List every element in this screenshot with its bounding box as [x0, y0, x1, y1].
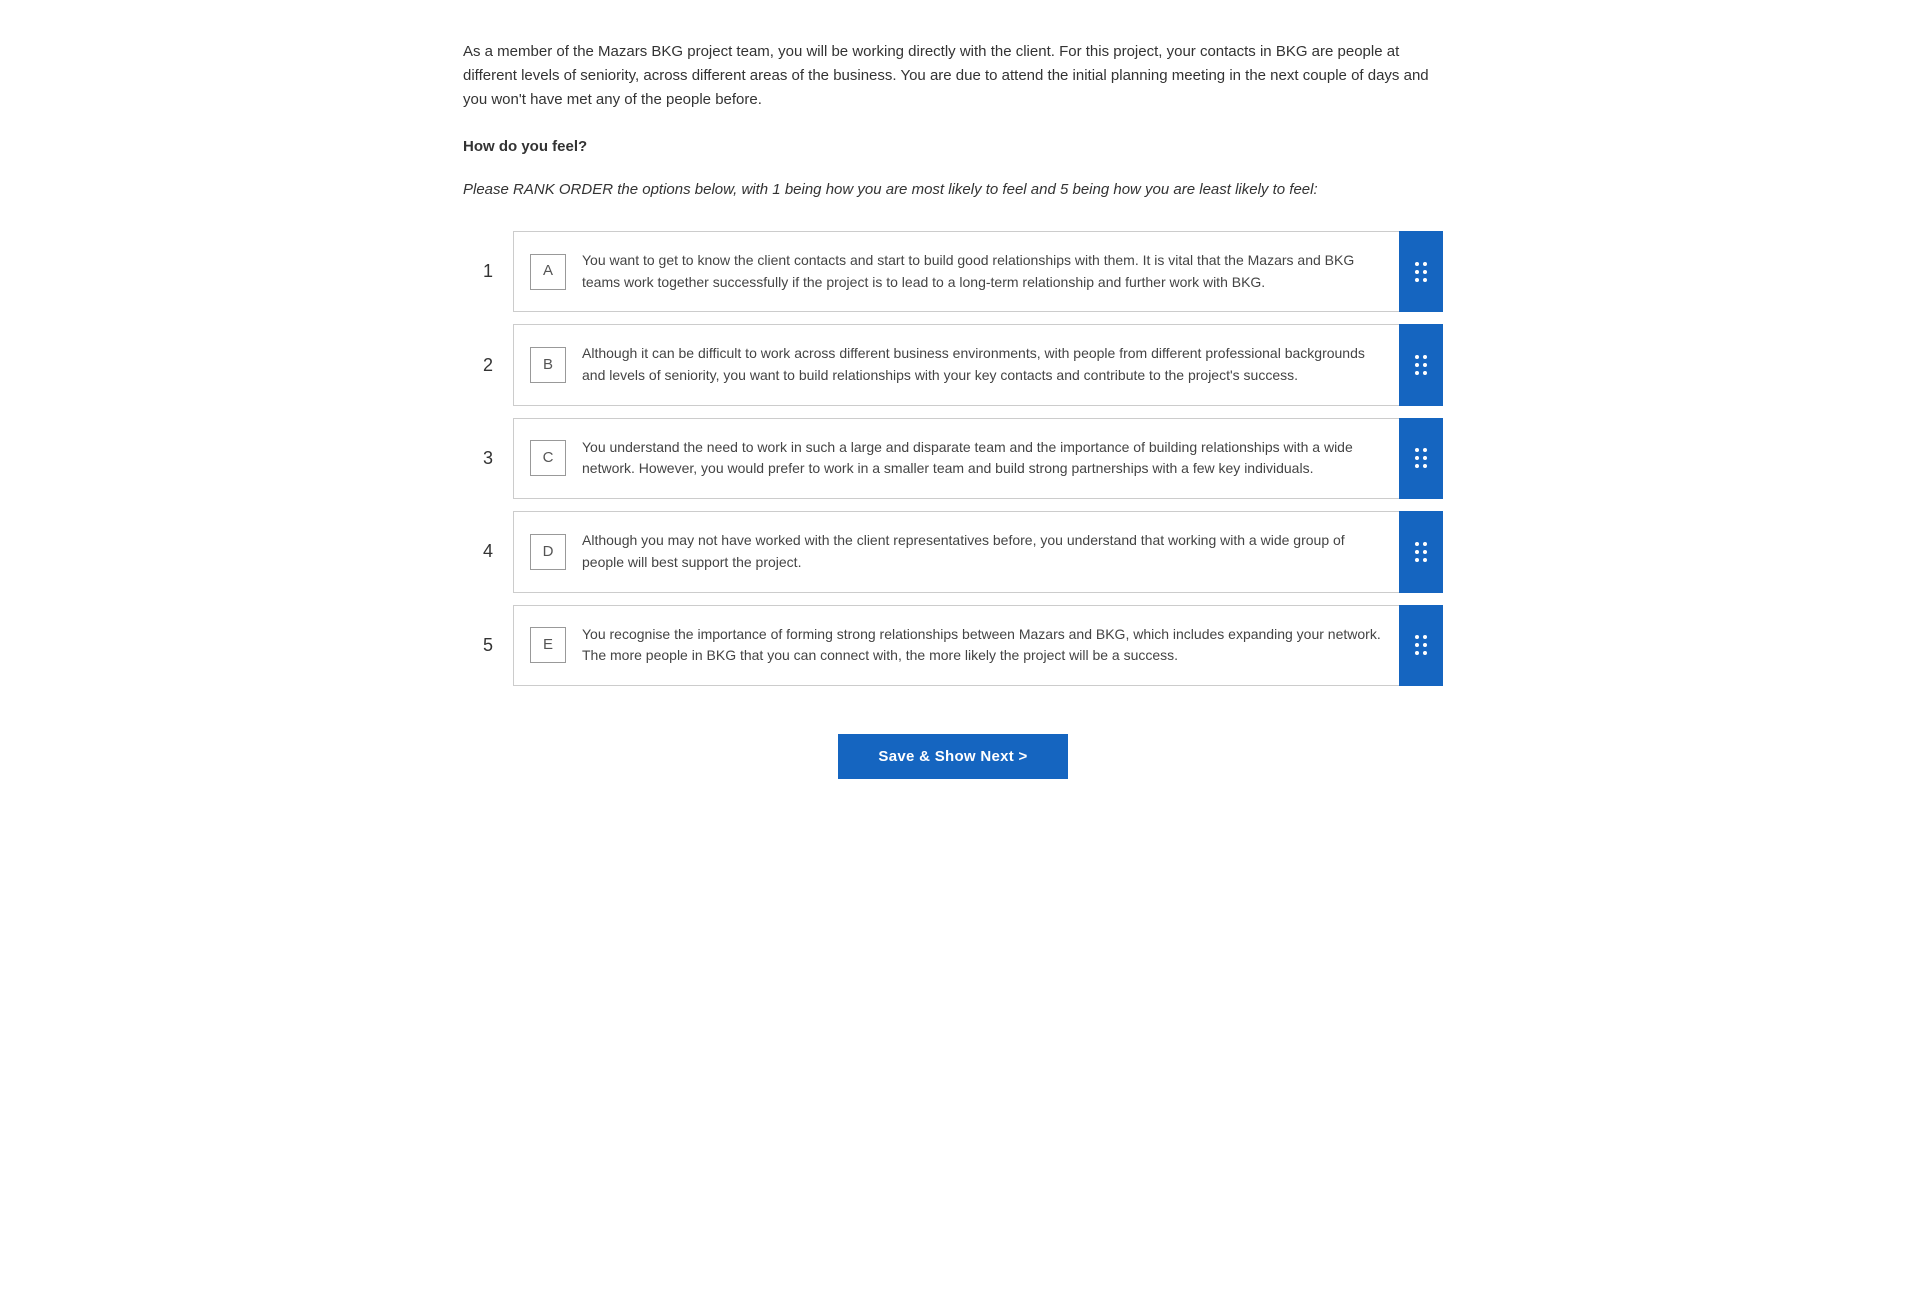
drag-handle[interactable]: [1399, 324, 1443, 405]
rank-item: 1 A You want to get to know the client c…: [463, 231, 1443, 312]
rank-letter-box: C: [530, 440, 566, 476]
drag-dots-icon: [1415, 262, 1427, 282]
instruction-text: Please RANK ORDER the options below, wit…: [463, 179, 1443, 202]
drag-dots-icon: [1415, 448, 1427, 468]
rank-number: 4: [463, 511, 513, 592]
button-row: Save & Show Next >: [463, 734, 1443, 779]
drag-handle[interactable]: [1399, 418, 1443, 499]
rank-item: 2 B Although it can be difficult to work…: [463, 324, 1443, 405]
rank-letter-box: B: [530, 347, 566, 383]
rank-list: 1 A You want to get to know the client c…: [463, 231, 1443, 698]
drag-handle[interactable]: [1399, 511, 1443, 592]
rank-letter-box: A: [530, 254, 566, 290]
drag-dots-icon: [1415, 635, 1427, 655]
rank-number: 3: [463, 418, 513, 499]
rank-item: 3 C You understand the need to work in s…: [463, 418, 1443, 499]
page-container: As a member of the Mazars BKG project te…: [403, 0, 1503, 839]
rank-text: You understand the need to work in such …: [582, 437, 1383, 480]
drag-handle[interactable]: [1399, 605, 1443, 686]
rank-card: C You understand the need to work in suc…: [513, 418, 1399, 499]
rank-number: 2: [463, 324, 513, 405]
save-next-button[interactable]: Save & Show Next >: [838, 734, 1067, 779]
drag-handle[interactable]: [1399, 231, 1443, 312]
rank-text: You want to get to know the client conta…: [582, 250, 1383, 293]
drag-dots-icon: [1415, 355, 1427, 375]
rank-text: Although it can be difficult to work acr…: [582, 343, 1383, 386]
question-label: How do you feel?: [463, 136, 1443, 159]
rank-card: B Although it can be difficult to work a…: [513, 324, 1399, 405]
rank-card: E You recognise the importance of formin…: [513, 605, 1399, 686]
rank-card: A You want to get to know the client con…: [513, 231, 1399, 312]
rank-card: D Although you may not have worked with …: [513, 511, 1399, 592]
rank-letter-box: D: [530, 534, 566, 570]
rank-letter-box: E: [530, 627, 566, 663]
rank-number: 5: [463, 605, 513, 686]
rank-number: 1: [463, 231, 513, 312]
rank-item: 5 E You recognise the importance of form…: [463, 605, 1443, 686]
rank-text: You recognise the importance of forming …: [582, 624, 1383, 667]
rank-item: 4 D Although you may not have worked wit…: [463, 511, 1443, 592]
drag-dots-icon: [1415, 542, 1427, 562]
intro-text: As a member of the Mazars BKG project te…: [463, 40, 1443, 112]
rank-text: Although you may not have worked with th…: [582, 530, 1383, 573]
